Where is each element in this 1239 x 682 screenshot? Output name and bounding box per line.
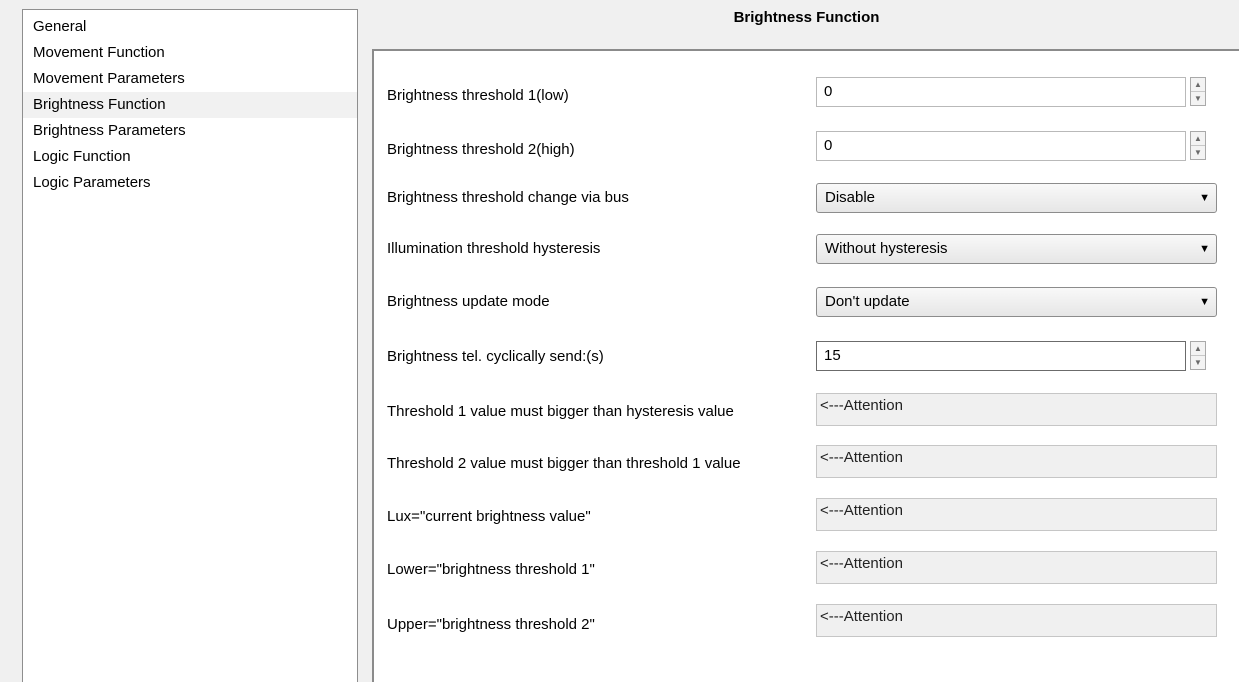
update-mode-select[interactable]: Don't update ▼	[816, 287, 1217, 317]
nav-item-movement-function[interactable]: Movement Function	[23, 40, 357, 66]
threshold-2-label: Brightness threshold 2(high)	[387, 141, 575, 158]
note-4-field: <---Attention	[816, 551, 1217, 584]
nav-item-movement-parameters[interactable]: Movement Parameters	[23, 66, 357, 92]
page-title: Brightness Function	[733, 9, 880, 26]
note-3-label: Lux="current brightness value"	[387, 508, 591, 525]
cyclic-send-spin-buttons: ▲ ▼	[1190, 341, 1206, 370]
dropdown-arrow-icon: ▼	[1199, 192, 1210, 204]
threshold-2-spinbox: 0 ▲ ▼	[816, 131, 1217, 161]
threshold-1-input[interactable]: 0	[816, 77, 1186, 107]
note-4-value: <---Attention	[820, 555, 903, 572]
change-via-bus-label: Brightness threshold change via bus	[387, 189, 629, 206]
change-via-bus-value: Disable	[825, 189, 876, 206]
dropdown-arrow-icon: ▼	[1199, 243, 1210, 255]
note-1-label: Threshold 1 value must bigger than hyste…	[387, 403, 734, 420]
parameter-page-list: General Movement Function Movement Param…	[22, 9, 358, 682]
cyclic-send-spinbox: 15 ▲ ▼	[816, 341, 1217, 371]
spin-down-icon[interactable]: ▼	[1191, 356, 1205, 369]
hysteresis-select[interactable]: Without hysteresis ▼	[816, 234, 1217, 264]
change-via-bus-select[interactable]: Disable ▼	[816, 183, 1217, 213]
note-2-value: <---Attention	[820, 449, 903, 466]
nav-item-brightness-function[interactable]: Brightness Function	[23, 92, 357, 118]
nav-item-logic-function[interactable]: Logic Function	[23, 144, 357, 170]
nav-item-brightness-parameters[interactable]: Brightness Parameters	[23, 118, 357, 144]
row-note-4: Lower="brightness threshold 1" <---Atten…	[374, 551, 1239, 584]
parameter-panel: Brightness threshold 1(low) 0 ▲ ▼ Bright…	[372, 49, 1239, 682]
note-2-field: <---Attention	[816, 445, 1217, 478]
threshold-2-input[interactable]: 0	[816, 131, 1186, 161]
threshold-1-spinbox: 0 ▲ ▼	[816, 77, 1217, 107]
spin-down-icon[interactable]: ▼	[1191, 146, 1205, 159]
nav-item-general[interactable]: General	[23, 14, 357, 40]
row-note-1: Threshold 1 value must bigger than hyste…	[374, 393, 1239, 426]
spin-up-icon[interactable]: ▲	[1191, 132, 1205, 146]
note-5-label: Upper="brightness threshold 2"	[387, 616, 595, 633]
note-2-label: Threshold 2 value must bigger than thres…	[387, 455, 741, 472]
threshold-1-label: Brightness threshold 1(low)	[387, 87, 569, 104]
hysteresis-value: Without hysteresis	[825, 240, 948, 257]
row-update-mode: Brightness update mode Don't update ▼	[374, 287, 1239, 317]
note-1-value: <---Attention	[820, 397, 903, 414]
update-mode-value: Don't update	[825, 293, 910, 310]
threshold-1-spin-buttons: ▲ ▼	[1190, 77, 1206, 106]
row-threshold-2: Brightness threshold 2(high) 0 ▲ ▼	[374, 131, 1239, 161]
note-5-value: <---Attention	[820, 608, 903, 625]
row-hysteresis: Illumination threshold hysteresis Withou…	[374, 234, 1239, 264]
note-3-value: <---Attention	[820, 502, 903, 519]
note-5-field: <---Attention	[816, 604, 1217, 637]
threshold-2-spin-buttons: ▲ ▼	[1190, 131, 1206, 160]
cyclic-send-label: Brightness tel. cyclically send:(s)	[387, 348, 604, 365]
row-cyclic-send: Brightness tel. cyclically send:(s) 15 ▲…	[374, 341, 1239, 371]
spin-up-icon[interactable]: ▲	[1191, 78, 1205, 92]
row-change-via-bus: Brightness threshold change via bus Disa…	[374, 183, 1239, 213]
cyclic-send-input[interactable]: 15	[816, 341, 1186, 371]
row-note-3: Lux="current brightness value" <---Atten…	[374, 498, 1239, 531]
row-note-5: Upper="brightness threshold 2" <---Atten…	[374, 604, 1239, 637]
note-4-label: Lower="brightness threshold 1"	[387, 561, 595, 578]
row-note-2: Threshold 2 value must bigger than thres…	[374, 445, 1239, 478]
row-threshold-1: Brightness threshold 1(low) 0 ▲ ▼	[374, 77, 1239, 107]
update-mode-label: Brightness update mode	[387, 293, 550, 310]
nav-item-logic-parameters[interactable]: Logic Parameters	[23, 170, 357, 196]
note-3-field: <---Attention	[816, 498, 1217, 531]
note-1-field: <---Attention	[816, 393, 1217, 426]
spin-down-icon[interactable]: ▼	[1191, 92, 1205, 105]
spin-up-icon[interactable]: ▲	[1191, 342, 1205, 356]
hysteresis-label: Illumination threshold hysteresis	[387, 240, 601, 257]
dropdown-arrow-icon: ▼	[1199, 296, 1210, 308]
